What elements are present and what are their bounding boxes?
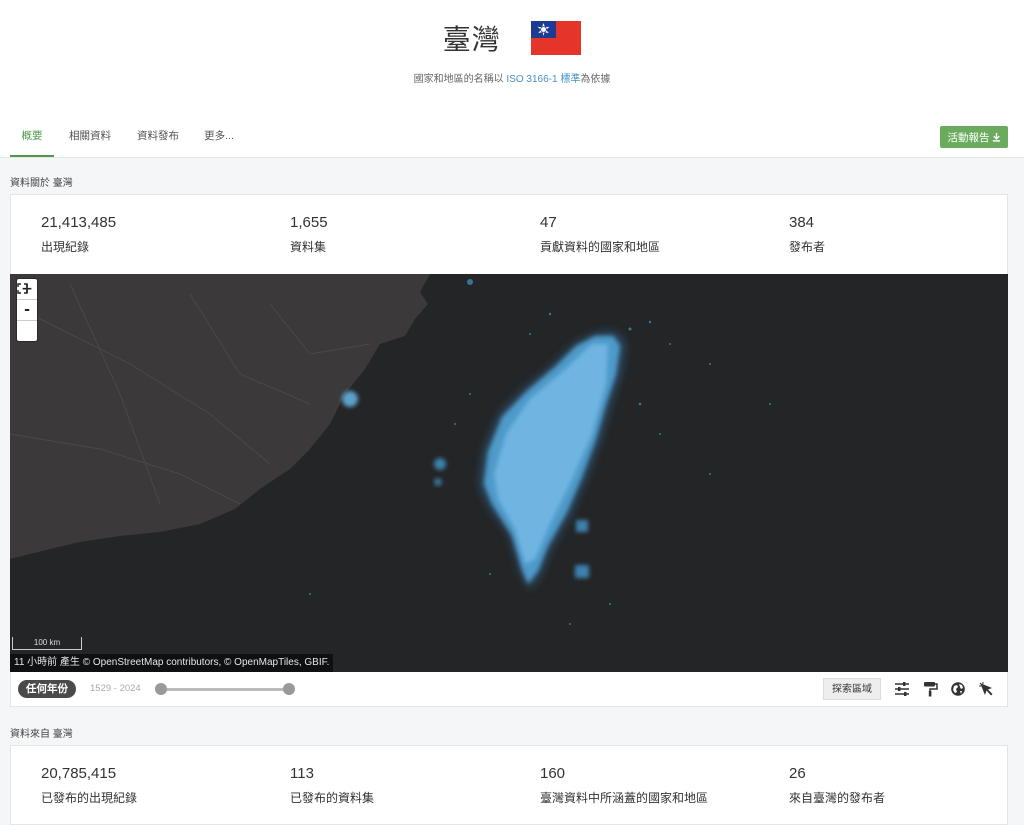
subtitle-suffix: 為依據 (580, 74, 610, 85)
tab-overview[interactable]: 概要 (10, 126, 54, 157)
year-slider-end-handle[interactable] (283, 683, 295, 695)
stat-label: 出現紀錄 (41, 238, 89, 255)
stat-value: 47 (540, 214, 557, 231)
tab-related-data-label: 相關資料 (69, 130, 111, 142)
map-canvas (10, 274, 1008, 672)
from-stats-card: 20,785,415 已發布的出現紀錄 113 已發布的資料集 160 臺灣資料… (10, 745, 1008, 825)
stat-label: 已發布的資料集 (290, 789, 374, 806)
stat-value: 384 (789, 214, 814, 231)
page-header: 臺灣 國家和地區的名稱以 ISO 3166-1 標準為依據 概要 相關資料 資料… (0, 0, 1024, 158)
year-range-label: 1529 - 2024 (90, 683, 141, 694)
stat-label: 已發布的出現紀錄 (41, 789, 137, 806)
stat-value: 21,413,485 (41, 214, 116, 231)
occurrence-map[interactable]: + - 100 km 11 小時前 產生 © OpenStreetMap con… (10, 274, 1008, 672)
stat-label: 發布者 (789, 238, 825, 255)
about-stats-card: 21,413,485 出現紀錄 1,655 資料集 47 貢獻資料的國家和地區 … (10, 194, 1008, 274)
from-section-label: 資料來自 臺灣 (10, 725, 73, 740)
about-section-label: 資料關於 臺灣 (10, 174, 73, 189)
tab-data-publishing[interactable]: 資料發布 (136, 126, 180, 155)
fullscreen-icon (17, 283, 28, 294)
explore-area-button[interactable]: 探索區域 (823, 678, 881, 700)
globe-icon[interactable] (950, 681, 966, 697)
page-subtitle: 國家和地區的名稱以 ISO 3166-1 標準為依據 (0, 70, 1024, 85)
subtitle-prefix: 國家和地區的名稱以 (414, 74, 504, 85)
stat-value: 20,785,415 (41, 765, 116, 782)
stat-label: 臺灣資料中所涵蓋的國家和地區 (540, 789, 708, 806)
year-slider-start-handle[interactable] (155, 683, 167, 695)
zoom-out-button[interactable]: - (17, 300, 37, 321)
fullscreen-button[interactable] (17, 321, 37, 341)
map-scale-bar: 100 km (12, 637, 82, 650)
stat-value: 26 (789, 765, 806, 782)
iso-standard-link[interactable]: ISO 3166-1 標準 (506, 74, 580, 85)
paint-roller-icon[interactable] (922, 681, 938, 697)
map-zoom-control: + - (17, 279, 37, 341)
map-attribution: 11 小時前 產生 © OpenStreetMap contributors, … (10, 654, 333, 672)
tab-data-publishing-label: 資料發布 (137, 130, 179, 142)
map-toolbar: 任何年份 1529 - 2024 探索區域 (10, 672, 1008, 707)
download-icon (992, 133, 1001, 142)
tab-more[interactable]: 更多... (203, 126, 235, 155)
tab-more-label: 更多... (204, 130, 234, 142)
stat-value: 160 (540, 765, 565, 782)
title-row: 臺灣 (0, 18, 1024, 60)
page-title: 臺灣 (443, 18, 501, 58)
stat-label: 來自臺灣的發布者 (789, 789, 885, 806)
sliders-icon[interactable] (894, 681, 910, 697)
tab-related-data[interactable]: 相關資料 (68, 126, 112, 155)
mainland-land (10, 274, 430, 559)
tab-overview-label: 概要 (22, 130, 43, 142)
stat-label: 貢獻資料的國家和地區 (540, 238, 660, 255)
stat-value: 1,655 (290, 214, 328, 231)
activity-report-button[interactable]: 活動報告 (940, 126, 1008, 148)
cursor-icon[interactable] (978, 681, 994, 697)
taiwan-flag-icon (531, 21, 581, 55)
year-filter-badge[interactable]: 任何年份 (18, 680, 76, 698)
year-slider-track[interactable] (161, 688, 289, 691)
stat-label: 資料集 (290, 238, 326, 255)
activity-report-label: 活動報告 (948, 130, 990, 145)
stat-value: 113 (290, 765, 314, 782)
